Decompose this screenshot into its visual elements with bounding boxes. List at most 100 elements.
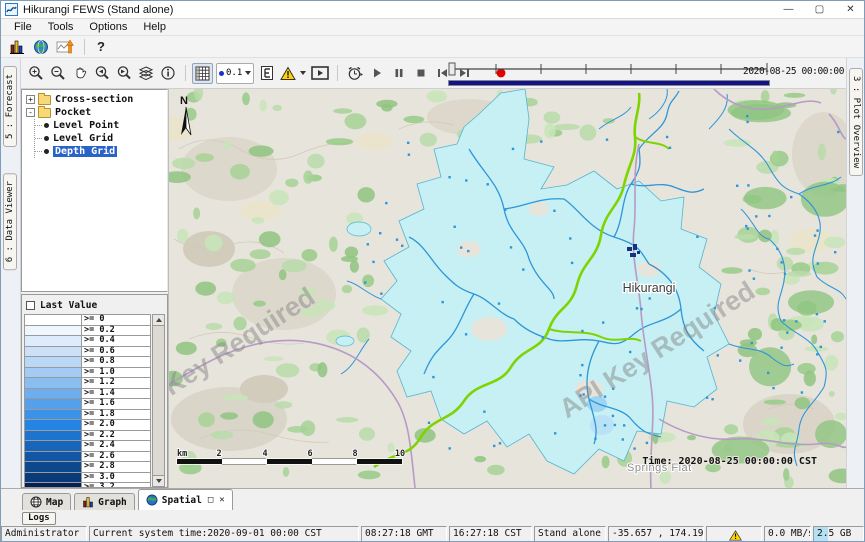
last-value-checkbox[interactable] [26,301,35,310]
layers-button[interactable] [135,63,156,84]
thresholds-dropdown[interactable] [278,63,308,84]
app-icon [5,3,18,16]
legend-row[interactable]: >= 0.2 [24,325,151,336]
svg-text:km: km [177,449,187,459]
menu-options[interactable]: Options [82,20,134,34]
tab-graph[interactable]: Graph [74,493,135,510]
legend-list: >= 0>= 0.2>= 0.4>= 0.6>= 0.8>= 1.0>= 1.2… [24,314,151,487]
svg-text:6: 6 [307,449,312,459]
stopwatch-icon [346,65,363,82]
close-button[interactable]: ✕ [835,1,865,18]
right-tab-strip: 3 : Plot Overview [846,58,865,488]
zoom-in-icon [28,65,44,81]
map-canvas: API Key Required API Key Required Hikura… [169,89,846,488]
info-button[interactable] [157,63,178,84]
legend-title: Last Value [40,300,97,311]
tab-map[interactable]: Map [22,493,71,510]
legend-row[interactable]: >= 1.6 [24,398,151,409]
legend-row[interactable]: >= 1.0 [24,367,151,378]
legend-scrollbar[interactable] [152,314,165,487]
status-mode: Stand alone [534,526,606,542]
left-panel: + Cross-section - Pocket [21,89,169,488]
help-button[interactable]: ? [91,39,111,54]
legend-row[interactable]: >= 2.4 [24,440,151,451]
zoom-in-button[interactable] [25,63,46,84]
legend-row[interactable]: >= 2.0 [24,419,151,430]
classbreak-dropdown[interactable]: 0.1 [216,63,254,84]
wire-globe-icon [30,496,42,508]
pause-button[interactable] [388,63,409,84]
slider-thumb[interactable] [449,63,455,75]
tab-data-viewer[interactable]: 6 : Data Viewer [3,173,17,270]
maximize-button[interactable]: ▢ [804,1,835,18]
legend-row[interactable]: >= 3.2 [24,482,151,487]
tree-item-label-selected: Depth Grid [53,146,117,157]
tree-item-label: Cross-section [55,94,133,105]
timeseries-display-button[interactable] [6,37,28,57]
bar-chart-icon [9,39,25,55]
collapse-icon[interactable]: - [26,108,35,117]
legend-row[interactable]: >= 0.8 [24,356,151,367]
legend-row[interactable]: >= 0.6 [24,346,151,357]
legend-row[interactable]: >= 1.2 [24,377,151,388]
play-box-icon [311,66,329,80]
status-memory: 2.5 GB [813,526,864,542]
scrollbar-thumb[interactable] [152,326,165,475]
animation-settings-button[interactable] [344,63,365,84]
tab-forecast[interactable]: 5 : Forecast [3,66,17,147]
play-button[interactable] [366,63,387,84]
legend-row[interactable]: >= 0.4 [24,335,151,346]
status-gmt-time: 08:27:18 GMT [361,526,447,542]
zoom-previous-button[interactable] [91,63,112,84]
show-grid-button[interactable] [192,63,213,84]
map-toolbar: 0.1 [21,58,846,89]
tree-item-level-grid[interactable]: Level Grid [35,132,167,145]
time-slider[interactable] [448,61,770,87]
legend-row[interactable]: >= 0 [24,314,151,325]
tab-spatial[interactable]: Spatial □ ✕ [138,489,233,510]
stop-button[interactable] [410,63,431,84]
tab-close-icon[interactable]: ✕ [219,495,224,505]
legend-row[interactable]: >= 2.2 [24,430,151,441]
tree-item-label: Level Point [53,120,119,131]
svg-text:10: 10 [395,449,405,459]
menu-file[interactable]: File [7,20,39,34]
window-title: Hikurangi FEWS (Stand alone) [23,4,173,16]
grid-display-button[interactable] [54,37,76,57]
legend-row[interactable]: >= 1.4 [24,388,151,399]
spatial-display-button[interactable] [30,37,52,57]
legend-row[interactable]: >= 1.8 [24,409,151,420]
time-ruler [448,61,770,87]
chevron-down-icon [300,71,306,75]
expand-icon[interactable]: + [26,95,35,104]
tree-item-depth-grid[interactable]: Depth Grid [35,145,167,158]
legend-row-label: >= 3.2 [82,482,151,487]
zoom-next-button[interactable] [113,63,134,84]
scroll-up-button[interactable] [152,314,165,326]
status-warning-cell[interactable] [706,526,762,542]
elevation-button[interactable] [256,63,277,84]
tab-plot-overview[interactable]: 3 : Plot Overview [849,68,863,176]
map-view[interactable]: API Key Required API Key Required Hikura… [169,89,846,488]
legend-row[interactable]: >= 2.6 [24,451,151,462]
folder-icon [38,95,51,105]
status-coordinates: -35.657 , 174.199 [608,526,704,542]
tree-item-label: Level Grid [53,133,113,144]
menu-tools[interactable]: Tools [41,20,81,34]
tree-item-level-point[interactable]: Level Point [35,119,167,132]
tab-maximize-icon[interactable]: □ [208,495,213,505]
legend-row[interactable]: >= 2.8 [24,461,151,472]
zoom-out-button[interactable] [47,63,68,84]
logs-button[interactable]: Logs [22,512,56,525]
tree-item-pocket[interactable]: - Pocket [22,106,167,119]
pan-button[interactable] [69,63,90,84]
svg-text:4: 4 [262,449,267,459]
animation-window-button[interactable] [309,63,330,84]
menu-help[interactable]: Help [136,20,173,34]
scroll-down-button[interactable] [152,475,165,487]
status-transfer-rate: 0.0 MB/s [764,526,811,542]
globe-icon [146,494,158,506]
tree-item-cross-section[interactable]: + Cross-section [22,93,167,106]
minimize-button[interactable]: — [773,1,804,18]
legend-row[interactable]: >= 3.0 [24,472,151,483]
